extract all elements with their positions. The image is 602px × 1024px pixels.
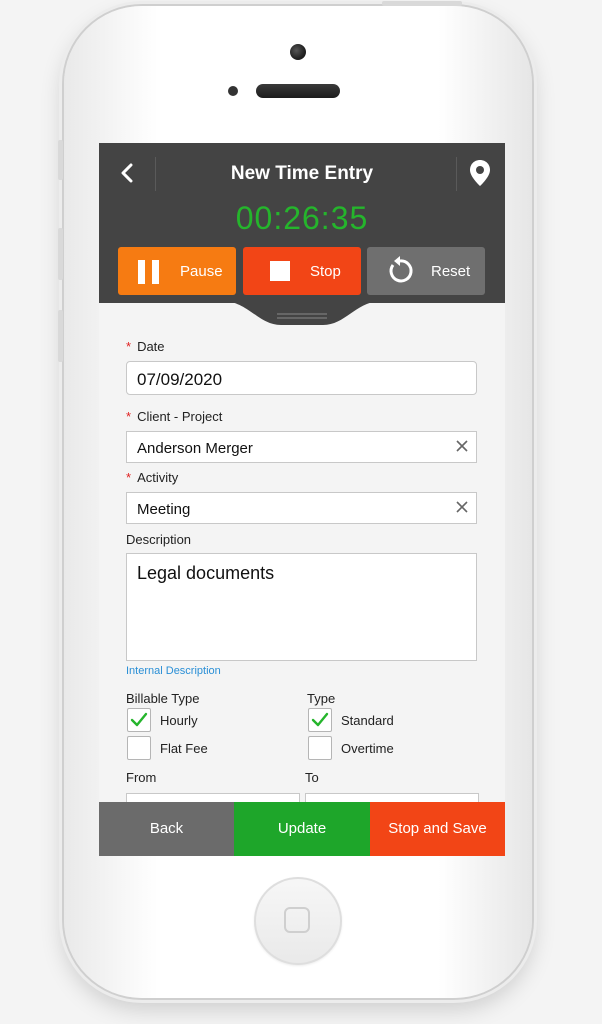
elapsed-timer: 00:26:35 bbox=[235, 200, 369, 236]
back-arrow-icon[interactable] bbox=[115, 160, 141, 186]
drawer-handle[interactable] bbox=[225, 301, 379, 327]
update-button[interactable]: Update bbox=[234, 802, 370, 856]
client-project-value: Anderson Merger bbox=[137, 440, 253, 457]
header-bar: New Time Entry 00:26:35 Pause Stop Reset bbox=[99, 143, 505, 303]
footer-action-bar: Back Update Stop and Save bbox=[99, 802, 505, 856]
mute-switch bbox=[58, 140, 63, 180]
reset-label: Reset bbox=[431, 263, 471, 280]
back-button[interactable]: Back bbox=[99, 802, 234, 856]
from-label: From bbox=[126, 770, 157, 785]
standard-option-label: Standard bbox=[341, 713, 394, 728]
hourly-checkbox[interactable] bbox=[127, 708, 151, 732]
activity-field[interactable]: Meeting bbox=[126, 492, 477, 524]
home-square-icon bbox=[284, 907, 310, 933]
divider bbox=[456, 157, 457, 191]
date-label: * Date bbox=[126, 339, 165, 354]
hourly-option-label: Hourly bbox=[160, 713, 198, 728]
page-title: New Time Entry bbox=[230, 163, 374, 184]
description-value: Legal documents bbox=[137, 563, 275, 583]
clear-activity-icon[interactable] bbox=[454, 499, 470, 515]
volume-down-button bbox=[58, 310, 63, 362]
overtime-checkbox[interactable] bbox=[308, 736, 332, 760]
pause-icon bbox=[138, 260, 160, 284]
stop-icon bbox=[270, 261, 290, 281]
client-project-field[interactable]: Anderson Merger bbox=[126, 431, 477, 463]
flat-fee-checkbox[interactable] bbox=[127, 736, 151, 760]
client-project-label: * Client - Project bbox=[126, 409, 223, 424]
volume-up-button bbox=[58, 228, 63, 280]
date-value: 07/09/2020 bbox=[137, 370, 223, 389]
stop-and-save-button[interactable]: Stop and Save bbox=[370, 802, 505, 856]
billable-type-label: Billable Type bbox=[126, 691, 200, 706]
type-label: Type bbox=[307, 691, 336, 706]
clear-client-icon[interactable] bbox=[454, 438, 470, 454]
location-pin-icon[interactable] bbox=[469, 159, 491, 187]
earpiece-speaker bbox=[256, 84, 340, 98]
date-field[interactable]: 07/09/2020 bbox=[126, 361, 477, 395]
proximity-sensor bbox=[228, 86, 238, 96]
to-label: To bbox=[305, 770, 319, 785]
home-button[interactable] bbox=[254, 877, 342, 965]
overtime-option-label: Overtime bbox=[341, 741, 394, 756]
description-label: Description bbox=[126, 532, 192, 547]
internal-description-link[interactable]: Internal Description bbox=[126, 665, 221, 677]
standard-checkbox[interactable] bbox=[308, 708, 332, 732]
power-button bbox=[382, 1, 462, 6]
reset-button[interactable]: Reset bbox=[367, 247, 485, 295]
description-textarea[interactable]: Legal documents bbox=[126, 553, 477, 661]
flat-fee-option-label: Flat Fee bbox=[160, 741, 208, 756]
reset-icon bbox=[385, 256, 415, 286]
activity-label: * Activity bbox=[126, 470, 179, 485]
pause-button[interactable]: Pause bbox=[118, 247, 236, 295]
app-screen: New Time Entry 00:26:35 Pause Stop Reset… bbox=[99, 143, 505, 856]
stop-button[interactable]: Stop bbox=[243, 247, 361, 295]
activity-value: Meeting bbox=[137, 501, 191, 518]
stop-label: Stop bbox=[310, 263, 341, 280]
divider bbox=[155, 157, 156, 191]
pause-label: Pause bbox=[180, 263, 223, 280]
front-camera bbox=[290, 44, 306, 60]
